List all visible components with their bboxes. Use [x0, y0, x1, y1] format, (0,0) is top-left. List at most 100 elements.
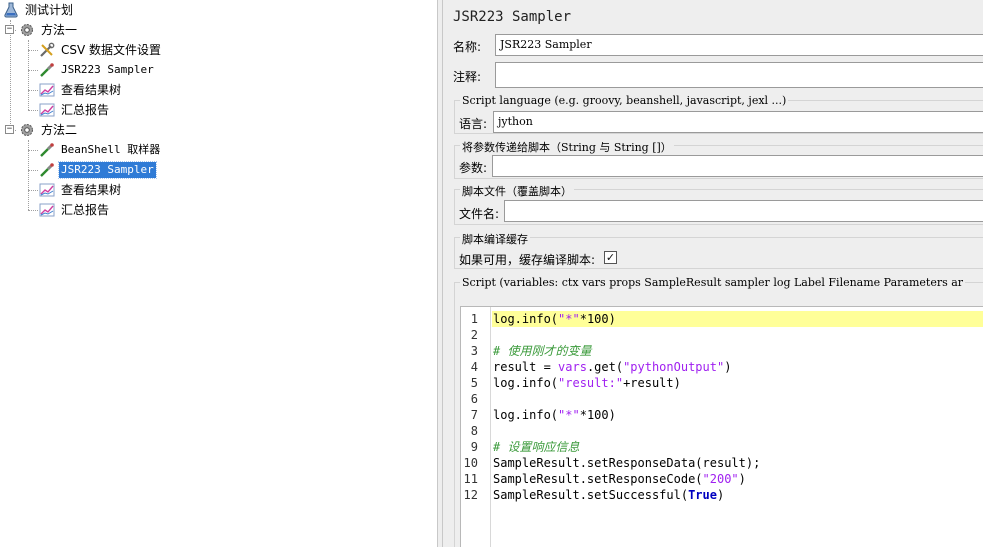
script-file-title: 脚本文件（覆盖脚本）	[460, 183, 574, 199]
line-number: 7	[470, 408, 478, 422]
pipette-icon	[38, 161, 56, 179]
tree-node-view-results-tree-2[interactable]: 查看结果树	[38, 180, 123, 200]
code-line: SampleResult.setResponseData(result);	[492, 455, 983, 471]
code-token: "200"	[702, 472, 739, 486]
graph-icon	[38, 201, 56, 219]
graph-icon	[38, 101, 56, 119]
test-plan-tree: 测试计划 − 方法一 CSV 数据文件设置 JSR223 Sampler 查看结…	[0, 0, 437, 547]
tree-node-thread-group-2[interactable]: 方法二	[18, 120, 79, 140]
tree-node-jsr223-sampler-2[interactable]: JSR223 Sampler	[38, 160, 157, 180]
tree-connector	[28, 110, 38, 111]
line-number-gutter: 1 2 3 4 5 6 7 8 9 10 11 12	[461, 307, 491, 547]
panel-title: JSR223 Sampler	[453, 9, 572, 25]
tree-node-summary-report-1[interactable]: 汇总报告	[38, 100, 111, 120]
tree-node-view-results-tree-1[interactable]: 查看结果树	[38, 80, 123, 100]
line-number: 1	[470, 312, 478, 326]
collapse-toggle-icon[interactable]: −	[5, 25, 14, 34]
flask-icon	[2, 1, 20, 19]
code-line: # 设置响应信息	[492, 439, 983, 455]
line-number: 5	[470, 376, 478, 390]
parameters-title: 将参数传递给脚本（String 与 String []）	[460, 139, 674, 155]
language-input[interactable]: jython	[493, 111, 983, 133]
pipette-icon	[38, 61, 56, 79]
line-number: 3	[470, 344, 478, 358]
code-token: "*"	[558, 408, 580, 422]
code-token: log.info(	[493, 408, 559, 422]
code-line: # 使用刚才的变量	[492, 343, 983, 359]
code-line: log.info("result:"+result)	[492, 375, 983, 391]
line-number: 9	[470, 440, 478, 454]
tree-node-thread-group-1[interactable]: 方法一	[18, 20, 79, 40]
tree-node-label: 查看结果树	[61, 83, 122, 97]
name-label: 名称:	[453, 40, 482, 54]
tree-node-label: 汇总报告	[61, 203, 110, 217]
script-cache-title: 脚本编译缓存	[460, 231, 530, 247]
gear-icon	[18, 21, 36, 39]
tree-node-label: 汇总报告	[61, 103, 110, 117]
script-editor[interactable]: 1 2 3 4 5 6 7 8 9 10 11 12 log.info("*"*100) # 使用刚才的…	[460, 306, 983, 547]
line-number: 10	[463, 456, 478, 470]
code-token: SampleResult.setResponseCode(	[493, 472, 703, 486]
tree-node-label: JSR223 Sampler	[61, 63, 154, 76]
tree-node-csv-data-set[interactable]: CSV 数据文件设置	[38, 40, 163, 60]
code-token: "pythonOutput"	[623, 360, 725, 374]
tree-node-label: BeanShell 取样器	[61, 143, 161, 156]
line-number: 12	[463, 488, 478, 502]
script-title: Script (variables: ctx vars props Sample…	[460, 276, 966, 289]
parameters-input[interactable]	[492, 155, 983, 177]
cache-checkbox[interactable]: ✓	[604, 251, 617, 264]
code-token: *100)	[579, 312, 616, 326]
tree-node-label: 测试计划	[25, 3, 74, 17]
gear-icon	[18, 121, 36, 139]
language-label: 语言:	[459, 117, 488, 131]
name-input[interactable]: JSR223 Sampler	[495, 34, 983, 56]
code-token: # 设置响应信息	[493, 440, 580, 454]
code-token: *100)	[579, 408, 616, 422]
code-token: )	[738, 472, 746, 486]
graph-icon	[38, 81, 56, 99]
tree-node-label: 查看结果树	[61, 183, 122, 197]
code-token: "*"	[558, 312, 580, 326]
collapse-toggle-icon[interactable]: −	[5, 125, 14, 134]
tree-node-summary-report-2[interactable]: 汇总报告	[38, 200, 111, 220]
code-token: .get(	[586, 360, 624, 374]
wrench-scissors-icon	[38, 41, 56, 59]
tree-connector	[28, 210, 38, 211]
tree-node-label: JSR223 Sampler	[58, 161, 157, 179]
comment-input[interactable]	[495, 62, 983, 88]
tree-node-label: 方法一	[41, 23, 78, 37]
tree-connector	[28, 170, 38, 171]
sampler-config-panel: JSR223 Sampler 名称: JSR223 Sampler 注释: Sc…	[443, 0, 983, 547]
code-token: SampleResult.setSuccessful(	[493, 488, 689, 502]
code-token: vars	[558, 360, 587, 374]
line-number: 2	[470, 328, 478, 342]
code-token: )	[716, 488, 725, 502]
tree-connector	[28, 190, 38, 191]
tree-connector	[10, 20, 11, 130]
code-token: )	[724, 360, 732, 374]
code-line: log.info("*"*100)	[492, 407, 983, 423]
code-line: SampleResult.setSuccessful(True)	[492, 487, 983, 503]
tree-node-label: 方法二	[41, 123, 78, 137]
script-language-title: Script language (e.g. groovy, beanshell,…	[460, 94, 789, 107]
tree-node-jsr223-sampler-1[interactable]: JSR223 Sampler	[38, 60, 156, 80]
code-token: result =	[493, 360, 559, 374]
code-line: log.info("*"*100)	[492, 311, 983, 327]
line-number: 6	[470, 392, 478, 406]
line-number: 4	[470, 360, 478, 374]
cache-label: 如果可用，缓存编译脚本:	[459, 253, 596, 267]
tree-connector	[28, 150, 38, 151]
pipette-icon	[38, 141, 56, 159]
line-number: 8	[470, 424, 478, 438]
filename-input[interactable]	[504, 200, 983, 222]
tree-node-beanshell-sampler[interactable]: BeanShell 取样器	[38, 140, 162, 160]
tree-node-test-plan[interactable]: 测试计划	[2, 0, 75, 20]
tree-connector	[28, 70, 38, 71]
tree-connector	[28, 50, 38, 51]
code-token: +result)	[623, 376, 681, 390]
tree-node-label: CSV 数据文件设置	[61, 43, 162, 57]
code-token: SampleResult.setResponseData(result);	[493, 456, 761, 470]
